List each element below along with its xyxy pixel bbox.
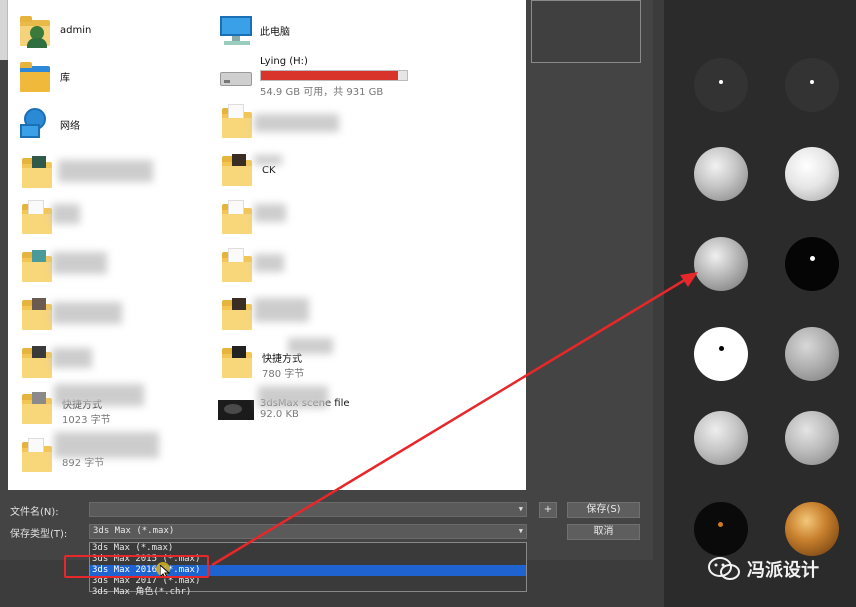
file-item-label: 库 xyxy=(60,72,70,84)
blurred-name xyxy=(52,302,122,324)
file-item-network[interactable]: 网络 xyxy=(18,106,80,142)
folder-icon xyxy=(220,200,256,236)
add-suffix-button[interactable]: + xyxy=(539,502,557,518)
watermark-text: 冯派设计 xyxy=(747,560,819,581)
folder-item[interactable] xyxy=(220,104,256,140)
material-slot[interactable] xyxy=(785,411,839,465)
folder-icon xyxy=(20,200,56,236)
folder-item[interactable] xyxy=(20,200,56,236)
blurred-name xyxy=(258,386,328,408)
blurred-name xyxy=(254,298,309,322)
folder-icon xyxy=(20,296,56,332)
blurred-name xyxy=(54,384,144,406)
blurred-name xyxy=(288,338,333,354)
folder-icon xyxy=(220,248,256,284)
save-type-label: 保存类型(T): xyxy=(10,529,68,540)
blurred-name xyxy=(52,204,80,224)
folder-item[interactable] xyxy=(20,296,56,332)
annotation-highlight-box xyxy=(64,555,209,578)
save-type-option[interactable]: 3ds Max 角色(*.chr) xyxy=(90,587,526,598)
scroll-strip xyxy=(0,0,8,60)
material-slot[interactable] xyxy=(785,327,839,381)
blurred-name xyxy=(254,155,282,165)
drive-space-text: 54.9 GB 可用，共 931 GB xyxy=(260,87,384,98)
wechat-icon xyxy=(708,557,740,580)
file-item-label: admin xyxy=(60,24,92,36)
blurred-name xyxy=(58,160,153,182)
folder-item[interactable] xyxy=(20,248,56,284)
file-item-admin[interactable]: admin xyxy=(18,12,91,48)
material-slot[interactable] xyxy=(785,147,839,201)
cancel-button[interactable]: 取消 xyxy=(567,524,640,540)
drive-label: Lying (H:) xyxy=(260,56,308,67)
folder-icon xyxy=(20,390,56,426)
folder-item[interactable] xyxy=(20,344,56,380)
material-slot[interactable] xyxy=(694,58,748,112)
folder-item[interactable] xyxy=(20,154,56,190)
this-pc-icon xyxy=(218,12,254,48)
file-item-drive-h[interactable]: Lying (H:) 54.9 GB 可用，共 931 GB xyxy=(218,56,408,98)
material-slot[interactable] xyxy=(785,58,839,112)
folder-icon xyxy=(20,438,56,474)
drive-usage-bar xyxy=(260,70,408,81)
save-button[interactable]: 保存(S) xyxy=(567,502,640,518)
blurred-name xyxy=(54,432,159,458)
blurred-name xyxy=(254,114,339,132)
blurred-name xyxy=(52,252,107,274)
save-type-select[interactable]: 3ds Max (*.max) ▼ xyxy=(89,524,527,539)
max-file-icon xyxy=(218,392,254,428)
folder-item[interactable] xyxy=(220,296,256,332)
material-slot[interactable] xyxy=(694,502,748,556)
chevron-down-icon: ▼ xyxy=(518,527,523,535)
material-slot[interactable] xyxy=(694,327,748,381)
material-slot[interactable] xyxy=(694,411,748,465)
material-slot[interactable] xyxy=(694,237,748,291)
material-slot[interactable] xyxy=(785,502,839,556)
folder-icon xyxy=(220,152,256,188)
save-type-value: 3ds Max (*.max) xyxy=(93,526,175,536)
filename-input[interactable]: ▼ xyxy=(89,502,527,517)
material-slot[interactable] xyxy=(694,147,748,201)
file-item-this-pc[interactable]: 此电脑 xyxy=(218,12,290,48)
save-type-option[interactable]: 3ds Max (*.max) xyxy=(90,543,526,554)
chevron-down-icon: ▼ xyxy=(518,505,523,513)
folder-item[interactable] xyxy=(220,248,256,284)
folder-item[interactable] xyxy=(220,200,256,236)
file-item-label: 网络 xyxy=(60,120,80,132)
folder-icon xyxy=(220,344,256,380)
file-item-label: 此电脑 xyxy=(260,26,290,38)
filename-label: 文件名(N): xyxy=(10,507,59,518)
blurred-name xyxy=(52,348,92,368)
material-sample-panel xyxy=(664,0,856,607)
folder-icon xyxy=(20,344,56,380)
folder-icon xyxy=(20,248,56,284)
library-icon xyxy=(18,58,54,94)
file-item-label: CK xyxy=(262,164,276,176)
drive-icon xyxy=(218,62,254,98)
thumbnail-preview xyxy=(531,0,641,63)
folder-icon xyxy=(220,104,256,140)
network-icon xyxy=(18,106,54,142)
file-size: 780 字节 xyxy=(262,369,305,380)
file-item-library[interactable]: 库 xyxy=(18,58,70,94)
blurred-name xyxy=(254,254,284,272)
folder-icon xyxy=(20,154,56,190)
save-file-dialog: admin 此电脑 库 Lying (H:) 54.9 GB 可用，共 931 … xyxy=(0,0,653,597)
file-size: 92.0 KB xyxy=(260,409,299,420)
file-browser-pane: admin 此电脑 库 Lying (H:) 54.9 GB 可用，共 931 … xyxy=(8,0,526,490)
material-slot[interactable] xyxy=(785,237,839,291)
blurred-name xyxy=(254,204,286,222)
file-size: 1023 字节 xyxy=(62,415,111,426)
folder-icon xyxy=(220,296,256,332)
watermark: 冯派设计 xyxy=(707,556,819,582)
user-icon xyxy=(18,12,54,48)
